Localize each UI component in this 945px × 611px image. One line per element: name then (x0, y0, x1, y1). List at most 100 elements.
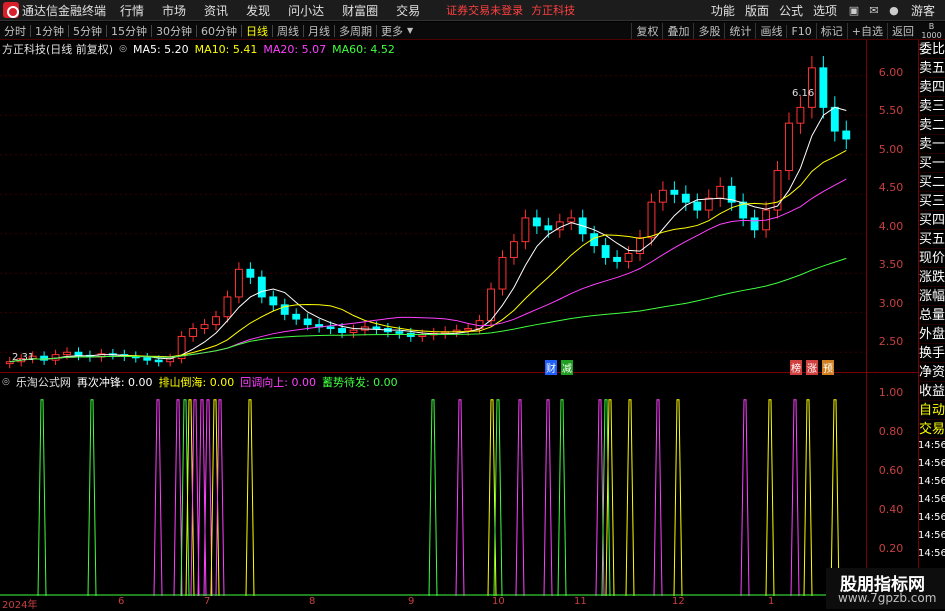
menu-item-ask[interactable]: 问小达 (288, 2, 324, 19)
menu-item-news[interactable]: 资讯 (204, 2, 228, 19)
candle-body[interactable] (773, 170, 782, 211)
candle-body[interactable] (246, 268, 255, 278)
period-1min[interactable]: 1分钟 (31, 23, 68, 39)
menu-item-discover[interactable]: 发现 (246, 2, 270, 19)
candle-body[interactable] (658, 189, 667, 203)
candle-body[interactable] (544, 225, 553, 231)
message-icon[interactable]: ✉ (867, 4, 881, 18)
period-daily[interactable]: 日线 (242, 23, 272, 39)
chevron-down-icon[interactable]: ▼ (407, 26, 413, 35)
menu-item-layout[interactable]: 版面 (745, 2, 769, 19)
candle-body[interactable] (785, 122, 793, 172)
settings-icon[interactable]: ◎ (2, 377, 10, 387)
event-tag-finance[interactable]: 财 (545, 360, 557, 375)
event-tag-list[interactable]: 榜 (790, 360, 802, 375)
side-item[interactable]: 外盘 (919, 325, 945, 344)
candle-body[interactable] (234, 268, 243, 298)
candle-body[interactable] (510, 241, 518, 258)
indicator-title[interactable]: 乐淘公式网 (16, 374, 71, 390)
side-item[interactable]: 换手 (919, 344, 945, 363)
indicator-chart[interactable] (0, 390, 866, 596)
settings-icon[interactable]: ◎ (119, 44, 127, 54)
candle-body[interactable] (154, 359, 163, 363)
candle-body[interactable] (498, 256, 507, 290)
candle-body[interactable] (303, 318, 312, 326)
period-monthly[interactable]: 月线 (304, 23, 334, 39)
period-30min[interactable]: 30分钟 (152, 23, 196, 39)
side-item[interactable]: 委比 (919, 40, 945, 59)
event-tag-forecast[interactable]: 预 (822, 360, 834, 375)
menu-item-wealth[interactable]: 财富圈 (342, 2, 378, 19)
tool-back[interactable]: 返回 (887, 23, 918, 39)
candle-body[interactable] (349, 329, 358, 334)
candle-body[interactable] (716, 185, 725, 199)
login-warning[interactable]: 证券交易未登录 (446, 2, 523, 18)
side-item[interactable]: 买四 (919, 211, 945, 230)
tool-adjust[interactable]: 复权 (631, 23, 662, 39)
period-5min[interactable]: 5分钟 (69, 23, 106, 39)
candle-body[interactable] (418, 334, 427, 337)
side-item-trade[interactable]: 交易 (919, 420, 945, 439)
candle-body[interactable] (613, 256, 622, 262)
candle-body[interactable] (372, 326, 381, 330)
side-item[interactable]: 卖一 (919, 135, 945, 154)
event-tag-reduce[interactable]: 减 (561, 360, 573, 375)
side-item-auto[interactable]: 自动 (919, 401, 945, 420)
menu-item-market[interactable]: 市场 (162, 2, 186, 19)
side-item[interactable]: 现价 (919, 249, 945, 268)
tool-add-watch[interactable]: +自选 (846, 23, 887, 39)
menu-item-options[interactable]: 选项 (813, 2, 837, 19)
candle-body[interactable] (212, 316, 220, 326)
candle-body[interactable] (257, 276, 266, 298)
candle-body[interactable] (74, 351, 83, 356)
candle-body[interactable] (464, 328, 473, 331)
candle-body[interactable] (681, 193, 690, 203)
side-item[interactable]: 买二 (919, 173, 945, 192)
side-item[interactable]: 卖三 (919, 97, 945, 116)
side-item[interactable]: 卖二 (919, 116, 945, 135)
candle-body[interactable] (292, 313, 301, 320)
candle-body[interactable] (223, 296, 232, 318)
candle-body[interactable] (63, 351, 71, 356)
candle-body[interactable] (189, 328, 198, 337)
event-tag-limit[interactable]: 涨 (806, 360, 818, 375)
candle-body[interactable] (842, 130, 851, 140)
candle-body[interactable] (647, 201, 656, 239)
side-item[interactable]: 买五 (919, 230, 945, 249)
candle-body[interactable] (326, 326, 335, 330)
guest-label[interactable]: 游客 (911, 2, 935, 19)
menu-item-trade[interactable]: 交易 (396, 2, 420, 19)
candle-body[interactable] (796, 106, 805, 124)
candle-body[interactable] (624, 253, 633, 262)
candle-body[interactable] (338, 328, 346, 333)
candle-body[interactable] (532, 217, 541, 227)
candle-body[interactable] (601, 245, 610, 258)
candle-body[interactable] (269, 296, 278, 306)
candle-body[interactable] (750, 217, 759, 231)
menu-item-function[interactable]: 功能 (711, 2, 735, 19)
side-item[interactable]: 收益 (919, 382, 945, 401)
candle-body[interactable] (670, 189, 679, 195)
candle-body[interactable] (487, 288, 495, 322)
period-60min[interactable]: 60分钟 (197, 23, 241, 39)
side-item[interactable]: 净资 (919, 363, 945, 382)
tool-draw[interactable]: 画线 (755, 23, 786, 39)
candle-body[interactable] (704, 197, 713, 211)
candle-body[interactable] (819, 67, 828, 108)
candle-body[interactable] (567, 217, 576, 223)
side-item[interactable]: 买三 (919, 192, 945, 211)
tool-f10[interactable]: F10 (786, 24, 815, 38)
side-item[interactable]: 总量 (919, 306, 945, 325)
candle-body[interactable] (521, 217, 530, 243)
candlestick-chart[interactable] (0, 56, 866, 372)
side-item[interactable]: 买一 (919, 154, 945, 173)
tool-multi[interactable]: 多股 (693, 23, 724, 39)
user-icon[interactable]: ● (887, 4, 901, 18)
candle-body[interactable] (200, 324, 209, 330)
period-more[interactable]: 更多 (377, 23, 407, 39)
period-tick[interactable]: 分时 (0, 23, 30, 39)
side-item[interactable]: 涨跌 (919, 268, 945, 287)
candle-body[interactable] (395, 331, 404, 334)
period-weekly[interactable]: 周线 (273, 23, 303, 39)
period-15min[interactable]: 15分钟 (107, 23, 151, 39)
